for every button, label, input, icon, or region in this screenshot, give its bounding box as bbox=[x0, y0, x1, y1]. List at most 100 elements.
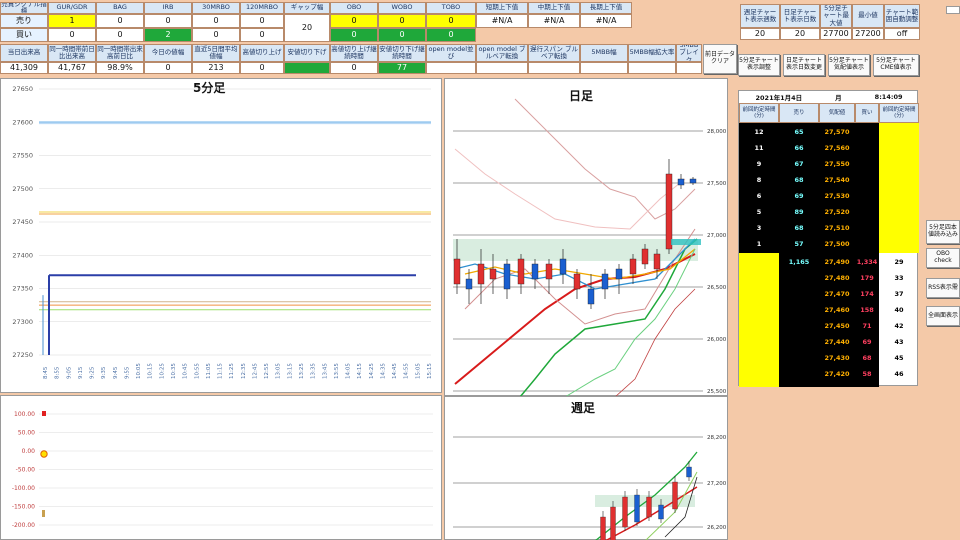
signal-header: ギャップ幅 bbox=[284, 2, 330, 14]
sell-qty: 89 bbox=[794, 208, 804, 216]
metric-header: open model並び bbox=[426, 44, 476, 62]
metric-value: 213 bbox=[192, 62, 240, 74]
candle-body bbox=[503, 263, 511, 290]
candle-body bbox=[600, 516, 606, 540]
y-tick: -50.00 bbox=[16, 467, 36, 474]
buy-elapsed: 42 bbox=[894, 322, 904, 330]
chart5-price-button[interactable]: 5分足チャート気配値表示 bbox=[828, 54, 870, 76]
buy-elapsed: 33 bbox=[894, 274, 904, 282]
x-tick: 14:35 bbox=[380, 363, 386, 379]
candle-body bbox=[531, 263, 539, 280]
x-tick: 10:25 bbox=[159, 363, 165, 379]
x-tick: 14:15 bbox=[357, 363, 363, 379]
chart-5min-panel: 5分足 27650 27600 27550 27500 27450 27400 27350 2… bbox=[0, 78, 442, 393]
marker-bar bbox=[42, 510, 45, 517]
metric-value: 98.9% bbox=[96, 62, 144, 74]
y-tick: 28,200 bbox=[707, 435, 727, 441]
candle-body bbox=[672, 481, 678, 510]
sell-price: 27,510 bbox=[824, 224, 850, 232]
candle-body bbox=[689, 178, 697, 184]
board-time: 8:14:09 bbox=[874, 93, 903, 101]
buy-price: 27,480 bbox=[824, 274, 850, 282]
y-tick: 27550 bbox=[12, 152, 33, 160]
chart5-cme-button[interactable]: 5分足チャートCME値表示 bbox=[873, 54, 919, 76]
setting-value: 20 bbox=[780, 28, 820, 40]
order-board: 2021年1月4日 月 8:14:09 前回約定時間(分) 売り 気配値 買い 前回約定… bbox=[738, 90, 919, 387]
sell-qty: 68 bbox=[794, 224, 804, 232]
candle-body bbox=[453, 258, 461, 285]
weekly-chart: 28,200 27,200 26,200 bbox=[453, 435, 727, 540]
signal-header: WOBO bbox=[378, 2, 426, 14]
buy-qty: 58 bbox=[862, 370, 872, 378]
candle-body bbox=[686, 466, 692, 478]
current-band bbox=[671, 239, 701, 245]
x-tick: 11:15 bbox=[218, 363, 224, 379]
daily-chart-days-button[interactable]: 日足チャート表示日数変更 bbox=[783, 54, 825, 76]
sell-price: 27,530 bbox=[824, 192, 850, 200]
chart5-adjust-button[interactable]: 5分足チャート表示調整 bbox=[738, 54, 780, 76]
clear-prev-day-button[interactable]: 前日データクリア bbox=[703, 44, 737, 74]
buy-elapsed: 43 bbox=[894, 338, 904, 346]
metric-value bbox=[426, 62, 476, 74]
signal-header: BAG bbox=[96, 2, 144, 14]
indicator-chart: 100.00 50.00 0.00 -50.00 -100.00 -150.00 -200.… bbox=[12, 411, 433, 529]
x-tick: 9:25 bbox=[90, 366, 96, 379]
metric-value: 0 bbox=[330, 62, 378, 74]
obo-check-button[interactable]: OBO check bbox=[926, 248, 960, 268]
full-display-button[interactable]: 全画面表示 bbox=[926, 306, 960, 326]
weekly-chart-panel: 週足 28,200 27,200 26,200 bbox=[444, 396, 728, 540]
obo-value: 0 bbox=[378, 28, 426, 42]
buy-qty: 68 bbox=[862, 354, 872, 362]
x-tick: 12:55 bbox=[264, 363, 270, 379]
chart5-read-button[interactable]: 5分足四本値読み込み bbox=[926, 220, 960, 244]
y-tick: 27,500 bbox=[707, 181, 727, 187]
signal-header: 中期上下值 bbox=[528, 2, 580, 14]
buy-elapsed: 29 bbox=[894, 258, 904, 266]
signal-header: 120MRBO bbox=[240, 2, 284, 14]
signal-header: 30MRBO bbox=[192, 2, 240, 14]
sell-qty: 68 bbox=[794, 176, 804, 184]
setting-header: チャート範囲自動調整 bbox=[884, 4, 920, 28]
buy-qty: 179 bbox=[860, 274, 874, 282]
x-tick: 13:55 bbox=[334, 363, 340, 379]
y-tick: 27300 bbox=[12, 318, 33, 326]
x-tick: 13:35 bbox=[311, 363, 317, 379]
x-tick: 15:05 bbox=[415, 363, 421, 379]
sell-elapsed: 5 bbox=[756, 208, 762, 216]
y-tick: 27600 bbox=[12, 118, 33, 126]
metric-header: 高値切り上げ継続時間 bbox=[330, 44, 378, 62]
y-tick: -100.00 bbox=[12, 485, 35, 492]
candle-body bbox=[677, 178, 685, 186]
metric-header: 安値切り下げ継続時間 bbox=[378, 44, 426, 62]
setting-value: 27200 bbox=[852, 28, 884, 40]
buy-price: 27,470 bbox=[824, 290, 850, 298]
buy-qty: 174 bbox=[860, 290, 874, 298]
candle-body bbox=[646, 496, 652, 518]
sell-price: 27,570 bbox=[824, 128, 850, 136]
x-tick: 9:55 bbox=[124, 366, 130, 379]
metric-value: 77 bbox=[378, 62, 426, 74]
metric-header: 同一時間帯出来高前日比 bbox=[96, 44, 144, 62]
signal-header: OBO bbox=[330, 2, 378, 14]
buy-elapsed: 46 bbox=[894, 370, 904, 378]
marker-red bbox=[42, 411, 46, 416]
candle-body bbox=[573, 273, 581, 290]
signal-header: 短期上下值 bbox=[476, 2, 528, 14]
y-tick: 0.00 bbox=[22, 448, 36, 455]
buy-qty: 69 bbox=[862, 338, 872, 346]
sell-section bbox=[739, 123, 879, 253]
metric-value: 0 bbox=[144, 62, 192, 74]
candle-body bbox=[465, 278, 473, 290]
x-tick: 10:55 bbox=[194, 363, 200, 379]
board-header: 買い bbox=[855, 103, 879, 123]
rss-display-button[interactable]: RSS表示需 bbox=[926, 278, 960, 298]
metric-value bbox=[628, 62, 676, 74]
metric-value bbox=[284, 62, 330, 74]
buy-price: 27,490 bbox=[824, 258, 850, 266]
setting-value: 20 bbox=[740, 28, 780, 40]
metric-header: 遅行スパン ブルベア転換 bbox=[528, 44, 580, 62]
metric-value bbox=[580, 62, 628, 74]
sell-qty: 65 bbox=[794, 128, 804, 136]
buy-price: 27,460 bbox=[824, 306, 850, 314]
corner-marker bbox=[946, 6, 960, 14]
